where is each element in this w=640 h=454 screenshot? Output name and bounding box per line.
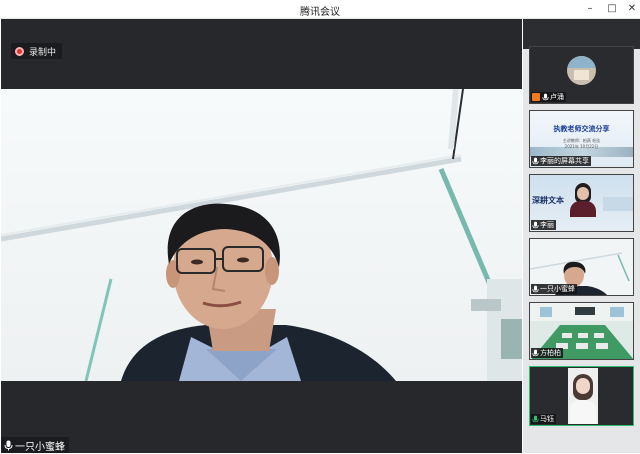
main-speaker-name: 一只小蜜蜂 (15, 441, 65, 453)
participant-name: 卢涌 (550, 93, 564, 101)
slide-date: 2021年 10月22日 (564, 144, 599, 149)
participant-sidebar: 卢涌 执教老师交流分享 主讲教师：柏燕 毛佳 2021年 10月22日 李丽的屏… (523, 19, 640, 453)
participant-name-tag: 马钰 (531, 414, 556, 424)
participant-tile-2[interactable]: 执教老师交流分享 主讲教师：柏燕 毛佳 2021年 10月22日 李丽的屏幕共享 (529, 110, 634, 168)
participant-avatar (567, 56, 596, 85)
speaker-video (1, 89, 522, 381)
participant-tile-1[interactable]: 卢涌 (529, 46, 634, 104)
participant-video (570, 183, 596, 217)
participant-tile-3[interactable]: 深耕文本 李丽 (529, 174, 634, 232)
participant-name: 马钰 (540, 415, 554, 423)
microphone-icon (532, 221, 539, 228)
participant-name: 李丽的屏幕共享 (540, 157, 589, 165)
participant-tile-6[interactable]: 马钰 (529, 366, 634, 426)
main-video-area: 录制中 一只小蜜蜂 (1, 19, 522, 453)
window-title: 腾讯会议 (300, 7, 340, 18)
participant-name: 方柏柏 (540, 349, 561, 357)
slide-title: 执教老师交流分享 (553, 125, 610, 133)
microphone-icon (4, 440, 13, 450)
participant-tile-5[interactable]: 方柏柏 (529, 302, 634, 360)
participant-name-tag: 卢涌 (531, 92, 566, 102)
participant-name-tag: 一只小蜜蜂 (531, 284, 577, 294)
speaker-video-frame (1, 89, 522, 381)
participant-tile-4[interactable]: 一只小蜜蜂 (529, 238, 634, 296)
host-icon (532, 93, 540, 101)
recording-label: 录制中 (29, 47, 57, 58)
microphone-icon (542, 93, 549, 100)
participant-name-tag: 李丽 (531, 220, 556, 230)
participant-name-tag: 李丽的屏幕共享 (531, 156, 591, 166)
close-button[interactable]: ✕ (624, 2, 640, 16)
record-dot-icon (15, 46, 24, 56)
minimize-button[interactable]: – (582, 2, 598, 16)
sidebar-header (523, 19, 640, 49)
slide-text-block (603, 197, 633, 211)
microphone-icon (532, 157, 539, 164)
recording-indicator[interactable]: 录制中 (11, 43, 63, 59)
slide-title: 深耕文本 (532, 196, 564, 205)
participant-name: 李丽 (540, 221, 554, 229)
participant-name: 一只小蜜蜂 (540, 285, 575, 293)
microphone-icon (532, 349, 539, 356)
participant-name-tag: 方柏柏 (531, 348, 563, 358)
participant-video (568, 368, 598, 424)
maximize-button[interactable]: □ (604, 2, 620, 16)
main-speaker-namebar: 一只小蜜蜂 (1, 437, 69, 453)
title-bar: 腾讯会议 – □ ✕ (0, 0, 640, 19)
microphone-icon (532, 285, 539, 292)
microphone-icon (532, 415, 539, 422)
